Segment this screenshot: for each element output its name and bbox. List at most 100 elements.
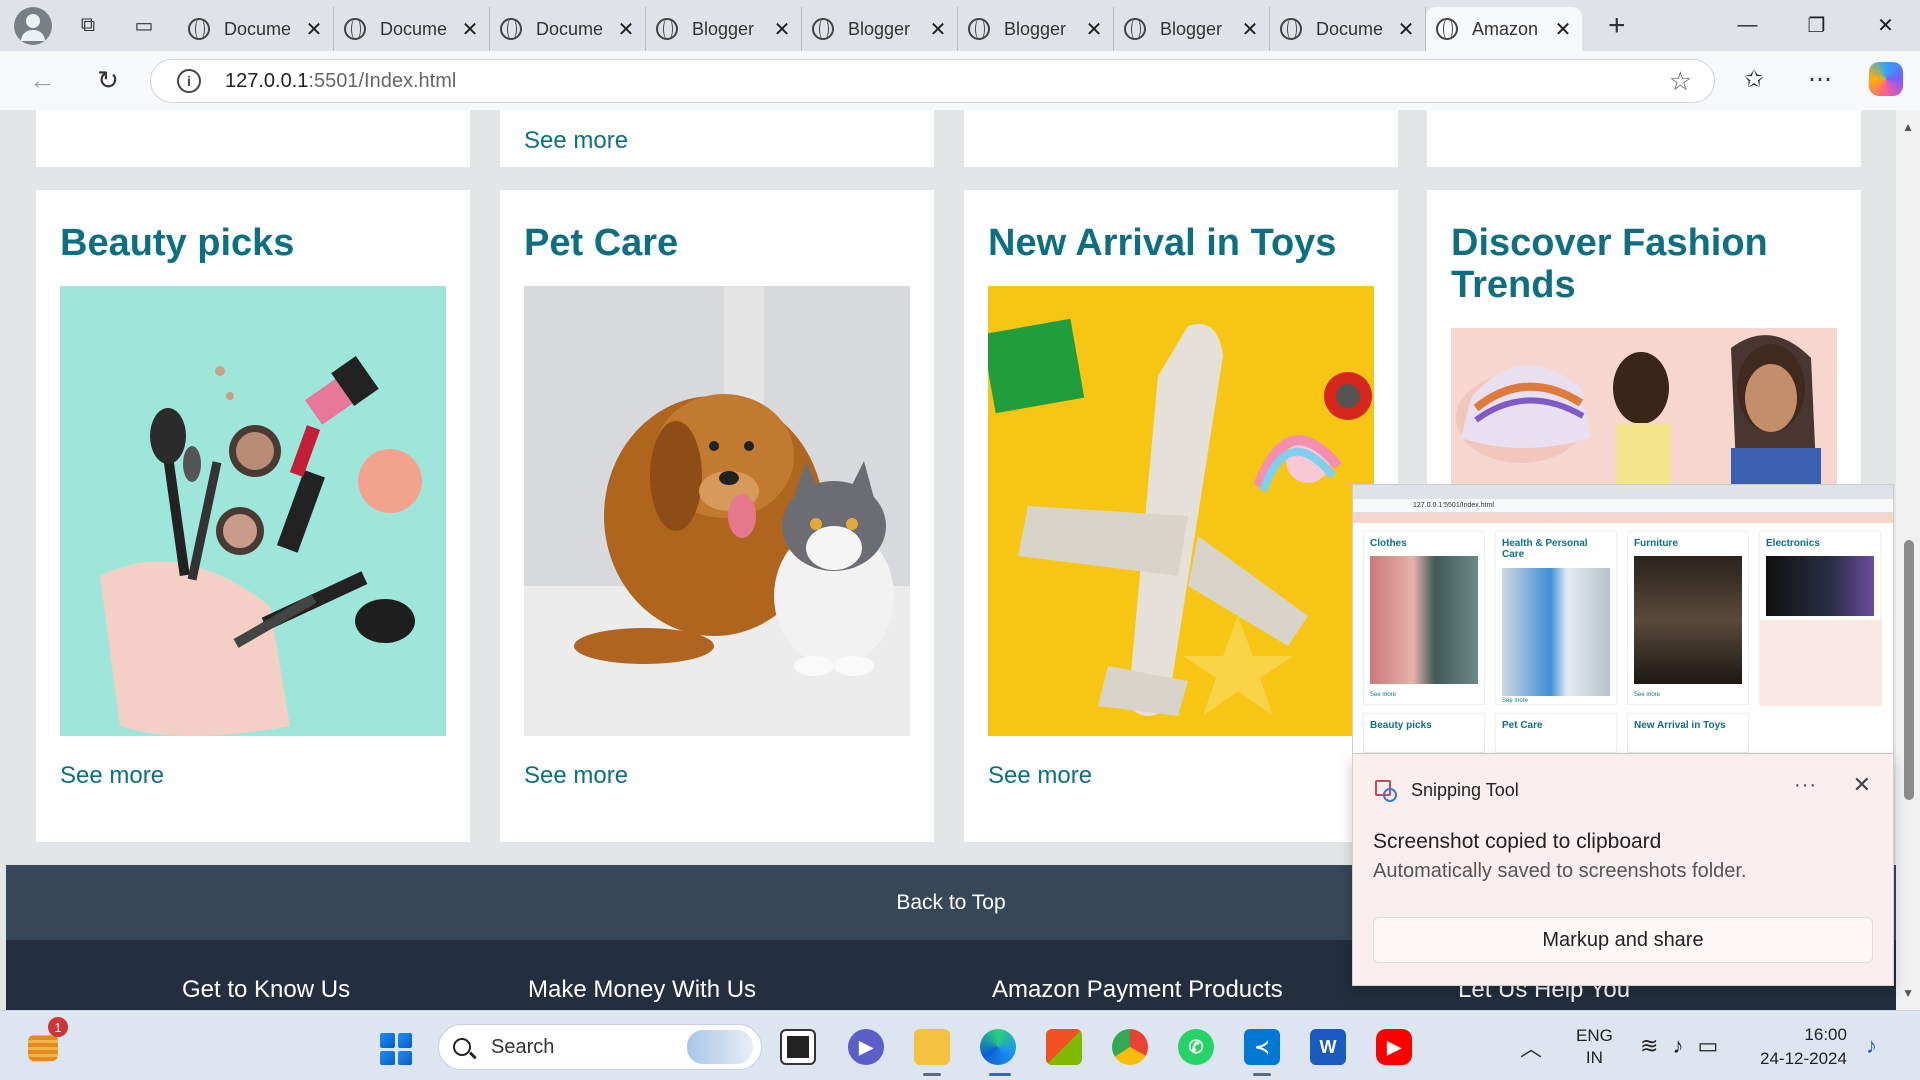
dog-and-cat-photo[interactable]	[524, 286, 910, 736]
whatsapp-icon[interactable]: ✆	[1178, 1029, 1214, 1065]
markup-and-share-button[interactable]: Markup and share	[1373, 917, 1873, 963]
scroll-up-arrow-icon[interactable]: ▲	[1902, 120, 1914, 134]
task-view-icon[interactable]	[780, 1029, 816, 1065]
tab-strip: Docume ✕ Docume ✕ Docume ✕ Blogger ✕ Blogger…	[178, 0, 1582, 51]
globe-icon	[1280, 18, 1302, 40]
see-more-link[interactable]: See more	[60, 762, 164, 790]
close-tab-icon[interactable]: ✕	[773, 17, 791, 42]
close-tab-icon[interactable]: ✕	[1397, 17, 1415, 42]
windows-start-icon[interactable]	[380, 1033, 412, 1065]
refresh-icon[interactable]: ↻	[88, 61, 128, 101]
mini-card-title: New Arrival in Toys	[1634, 720, 1726, 731]
minimize-icon[interactable]: —	[1713, 0, 1782, 51]
show-hidden-icons-chevron-icon[interactable]: ︿	[1520, 1031, 1542, 1063]
teams-chat-icon[interactable]: ▶	[848, 1029, 884, 1065]
tab-title: Docume	[1316, 18, 1384, 39]
copilot-icon[interactable]	[1868, 61, 1904, 97]
battery-icon[interactable]: ▭	[1697, 1033, 1718, 1059]
globe-icon	[188, 18, 210, 40]
new-tab-button[interactable]: +	[1608, 9, 1626, 43]
back-arrow-icon[interactable]: ←	[22, 61, 62, 101]
see-more-link[interactable]: See more	[524, 127, 628, 155]
tab-title: Blogger	[1004, 18, 1067, 39]
clock-date: 24-12-2024	[1760, 1049, 1847, 1068]
lang-code: ENG	[1576, 1026, 1613, 1045]
tab-actions-icon[interactable]: ▭	[124, 6, 164, 46]
close-tab-icon[interactable]: ✕	[305, 17, 323, 42]
browser-tab[interactable]: Blogger ✕	[802, 7, 958, 51]
favorites-icon[interactable]: ✩	[1736, 61, 1772, 97]
search-highlight-image	[687, 1030, 753, 1064]
close-tab-icon[interactable]: ✕	[929, 17, 947, 42]
weather-widget-icon[interactable]: 1	[28, 1017, 68, 1061]
see-more-link[interactable]: See more	[524, 762, 628, 790]
toast-app-name: Snipping Tool	[1411, 779, 1519, 800]
snipping-tool-icon	[1373, 778, 1397, 802]
search-icon	[453, 1038, 471, 1056]
browser-tab[interactable]: Docume ✕	[334, 7, 490, 51]
microsoft-store-icon[interactable]	[1046, 1029, 1082, 1065]
close-tab-icon[interactable]: ✕	[1241, 17, 1259, 42]
footer-heading: Get to Know Us	[182, 976, 351, 1003]
browser-tab[interactable]: Blogger ✕	[646, 7, 802, 51]
wifi-icon[interactable]: ≋	[1640, 1033, 1658, 1059]
close-tab-icon[interactable]: ✕	[461, 17, 479, 42]
tab-title: Blogger	[848, 18, 911, 39]
mini-card-title: Clothes	[1370, 538, 1407, 549]
browser-tab[interactable]: Blogger ✕	[1114, 7, 1270, 51]
scroll-down-arrow-icon[interactable]: ▼	[1902, 986, 1914, 1000]
favorite-star-icon[interactable]: ☆	[1669, 66, 1692, 97]
more-options-icon[interactable]: ⋯	[1802, 61, 1838, 97]
nested-snip-image	[1760, 620, 1882, 706]
vscode-icon[interactable]: ≺	[1244, 1029, 1280, 1065]
mini-card: Furniture See more	[1627, 531, 1749, 705]
page-scrollbar[interactable]: ▲ ▼	[1896, 110, 1920, 1010]
chrome-icon[interactable]	[1112, 1029, 1148, 1065]
youtube-icon[interactable]: ▶	[1376, 1029, 1412, 1065]
profile-avatar-icon[interactable]	[14, 6, 52, 45]
scroll-thumb[interactable]	[1904, 540, 1914, 800]
see-more-link[interactable]: See more	[988, 762, 1092, 790]
close-tab-icon[interactable]: ✕	[617, 17, 635, 42]
file-explorer-icon[interactable]	[914, 1029, 950, 1065]
electronics-photo	[1766, 556, 1874, 616]
word-icon[interactable]: W	[1310, 1029, 1346, 1065]
taskbar-clock[interactable]: 16:00 24-12-2024	[1760, 1023, 1847, 1071]
browser-tab-active[interactable]: Amazon ✕	[1426, 7, 1582, 51]
toast-app-header: Snipping Tool	[1373, 778, 1519, 802]
globe-icon	[812, 18, 834, 40]
volume-icon[interactable]: ♪	[1672, 1033, 1683, 1059]
snip-thumbnail-preview[interactable]: 127.0.0.1:5501/Index.html Clothes See mo…	[1352, 484, 1894, 754]
toy-airplane-photo[interactable]	[988, 286, 1374, 736]
makeup-photo[interactable]	[60, 286, 446, 736]
card-top-remnant	[964, 110, 1398, 167]
more-options-icon[interactable]: ···	[1794, 774, 1817, 797]
browser-tab[interactable]: Blogger ✕	[958, 7, 1114, 51]
site-info-icon[interactable]: i	[177, 69, 201, 93]
edge-browser-icon[interactable]	[980, 1029, 1016, 1065]
mini-card: Health & Personal Care See more	[1495, 531, 1617, 705]
tab-title: Docume	[224, 18, 292, 39]
language-indicator[interactable]: ENG IN	[1576, 1025, 1613, 1069]
url-field[interactable]: i 127.0.0.1:5501/Index.html ☆	[150, 59, 1715, 103]
address-toolbar: ← ↻ i 127.0.0.1:5501/Index.html ☆ ✩ ⋯	[0, 51, 1920, 110]
close-tab-icon[interactable]: ✕	[1554, 17, 1572, 42]
restore-icon[interactable]: ❐	[1782, 0, 1851, 51]
mini-card: Clothes See more	[1363, 531, 1485, 705]
workspaces-icon[interactable]: ⧉	[68, 6, 108, 46]
close-window-icon[interactable]: ✕	[1851, 0, 1920, 51]
footer-heading: Amazon Payment Products	[992, 976, 1283, 1003]
mini-tab-bar	[1353, 485, 1893, 499]
browser-tab[interactable]: Docume ✕	[490, 7, 646, 51]
system-tray-icons[interactable]: ≋ ♪ ▭	[1640, 1033, 1718, 1059]
mini-card-title: Health & Personal Care	[1502, 538, 1588, 560]
mini-card: Electronics	[1759, 531, 1882, 706]
taskbar-search-box[interactable]: Search	[438, 1024, 762, 1070]
close-tab-icon[interactable]: ✕	[1085, 17, 1103, 42]
notification-bell-icon[interactable]: ♪	[1866, 1033, 1877, 1059]
card-title: Beauty picks	[60, 222, 295, 264]
close-icon[interactable]: ✕	[1853, 772, 1871, 798]
browser-tab[interactable]: Docume ✕	[1270, 7, 1426, 51]
toast-submessage: Automatically saved to screenshots folde…	[1373, 860, 1747, 882]
browser-tab[interactable]: Docume ✕	[178, 7, 334, 51]
